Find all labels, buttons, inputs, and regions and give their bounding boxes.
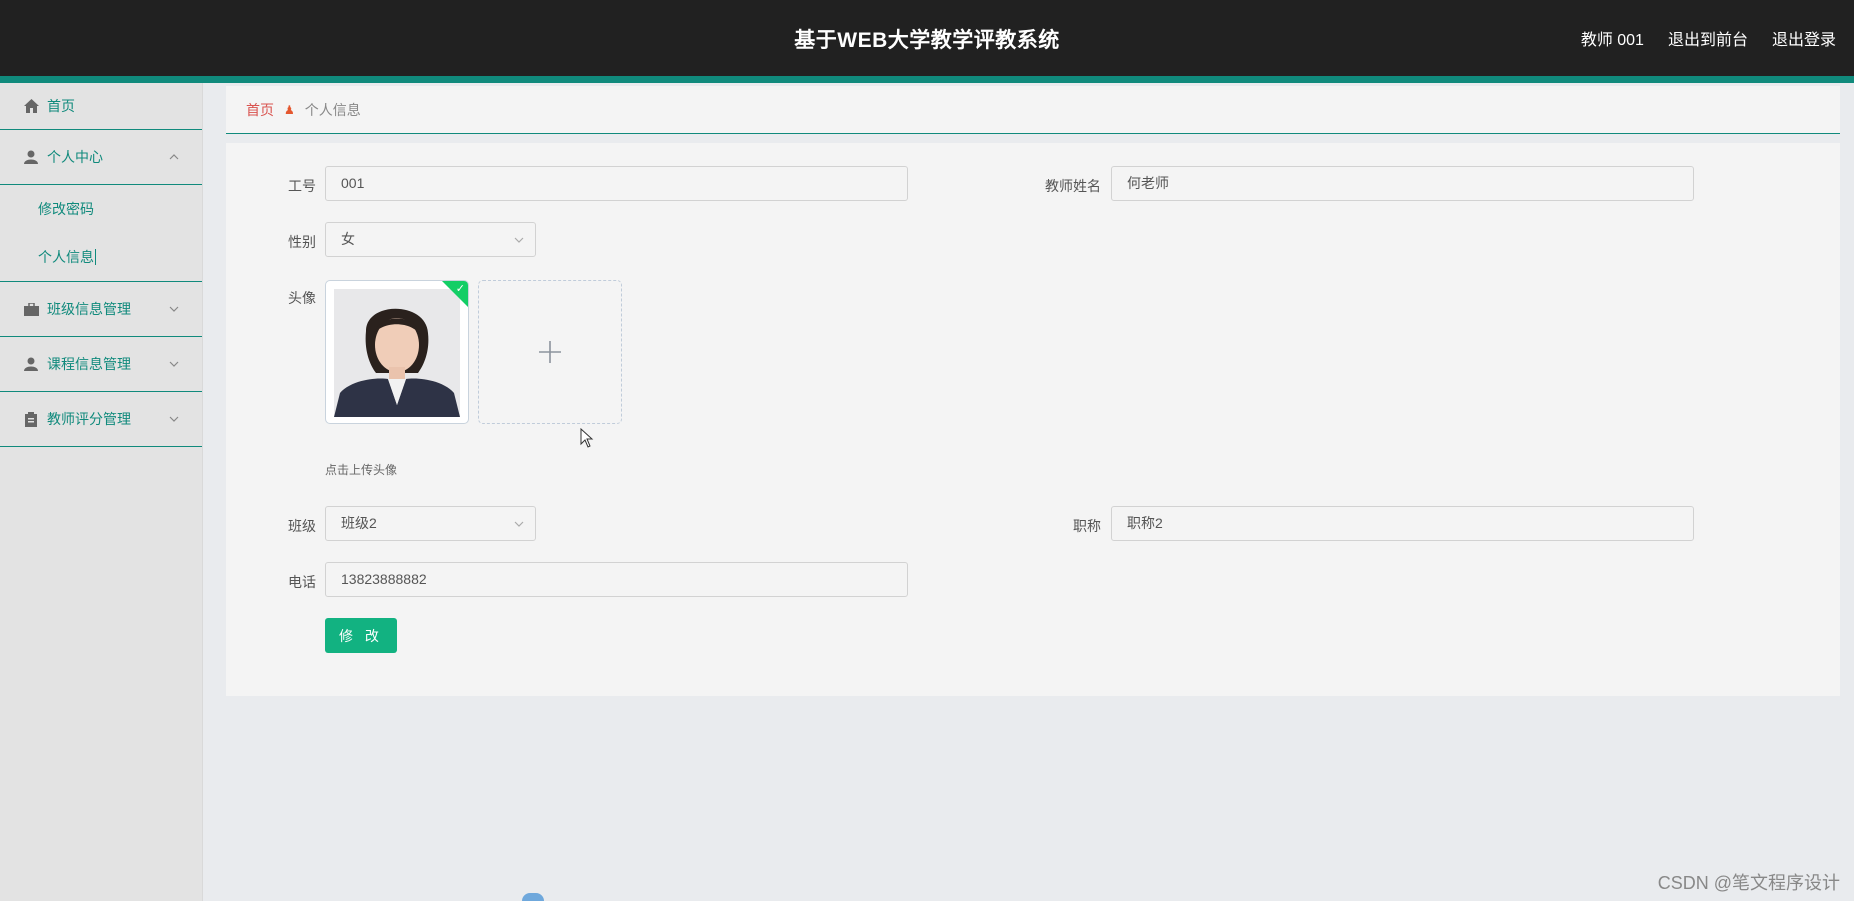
sidebar-item-label: 班级信息管理 (47, 301, 131, 317)
sidebar-item-label: 课程信息管理 (47, 356, 131, 372)
breadcrumb-home-link[interactable]: 首页 (246, 100, 274, 120)
check-icon: ✓ (455, 283, 465, 295)
chevron-up-icon (169, 154, 179, 160)
sidebar-item-label: 教师评分管理 (47, 411, 131, 427)
job-title-field[interactable]: 职称2 (1111, 506, 1694, 541)
breadcrumb: 首页 ♟ 个人信息 (226, 86, 1840, 134)
text-caret (95, 249, 96, 265)
gender-label: 性别 (288, 234, 316, 250)
watermark-text: CSDN @笔文程序设计 (1657, 873, 1840, 893)
exit-to-frontend-link[interactable]: 退出到前台 (1668, 26, 1748, 50)
sidebar: 首页 个人中心 修改密码 个人信息 班级信息管理 课程信息管理 教师评分管理 (0, 83, 203, 901)
chevron-down-icon (169, 306, 179, 312)
sidebar-item-change-password[interactable]: 修改密码 (0, 185, 202, 233)
employee-id-field[interactable]: 001 (325, 166, 908, 201)
sidebar-item-label: 个人中心 (47, 149, 103, 165)
user-icon (23, 149, 39, 165)
class-selected-value: 班级2 (341, 515, 377, 531)
sidebar-item-personal-center[interactable]: 个人中心 (0, 130, 202, 185)
modify-button[interactable]: 修 改 (325, 618, 397, 653)
sidebar-item-course-management[interactable]: 课程信息管理 (0, 337, 202, 392)
header-accent-bar (0, 76, 1854, 83)
gender-selected-value: 女 (341, 231, 355, 247)
breadcrumb-separator-icon: ♟ (284, 102, 295, 117)
sidebar-item-personal-info[interactable]: 个人信息 (0, 233, 202, 281)
gender-select[interactable]: 女 (325, 222, 536, 257)
phone-field[interactable]: 13823888882 (325, 562, 908, 597)
user-name-link[interactable]: 教师 001 (1581, 26, 1644, 50)
top-header: 基于WEB大学教学评教系统 教师 001 退出到前台 退出登录 (0, 0, 1854, 76)
breadcrumb-current: 个人信息 (304, 101, 361, 118)
sidebar-item-label: 修改密码 (38, 201, 94, 217)
class-label: 班级 (288, 518, 316, 534)
class-select[interactable]: 班级2 (325, 506, 536, 541)
teacher-name-field[interactable]: 何老师 (1111, 166, 1694, 201)
personal-center-submenu: 修改密码 个人信息 (0, 185, 202, 282)
sidebar-item-class-management[interactable]: 班级信息管理 (0, 282, 202, 337)
home-icon (23, 98, 39, 114)
avatar-label: 头像 (288, 290, 316, 306)
avatar-upload-button[interactable] (478, 280, 622, 424)
chevron-down-icon (514, 237, 524, 243)
phone-label: 电话 (288, 574, 316, 590)
personal-info-form: 工号 001 教师姓名 何老师 性别 女 头像 ✓ 点击上传头像 班级 班级2 … (226, 143, 1840, 696)
app-title: 基于WEB大学教学评教系统 (794, 29, 1060, 52)
chevron-down-icon (514, 521, 524, 527)
sidebar-item-label: 个人信息 (38, 249, 94, 265)
briefcase-icon (23, 301, 39, 317)
teacher-name-label: 教师姓名 (1045, 178, 1101, 194)
job-title-label: 职称 (1073, 518, 1101, 534)
mouse-cursor-icon (580, 428, 594, 448)
employee-id-label: 工号 (288, 178, 316, 194)
sidebar-item-label: 首页 (47, 98, 75, 114)
logout-link[interactable]: 退出登录 (1772, 26, 1836, 50)
header-links: 教师 001 退出到前台 退出登录 (1581, 26, 1836, 50)
sidebar-item-teacher-rating-management[interactable]: 教师评分管理 (0, 392, 202, 447)
upload-hint-text: 点击上传头像 (325, 463, 398, 477)
chevron-down-icon (169, 416, 179, 422)
plus-icon (539, 341, 561, 363)
clipboard-icon (23, 411, 39, 427)
avatar-image[interactable]: ✓ (325, 280, 469, 424)
chevron-down-icon (169, 361, 179, 367)
scroll-indicator (522, 893, 544, 901)
user-icon (23, 356, 39, 372)
sidebar-item-home[interactable]: 首页 (0, 83, 202, 130)
